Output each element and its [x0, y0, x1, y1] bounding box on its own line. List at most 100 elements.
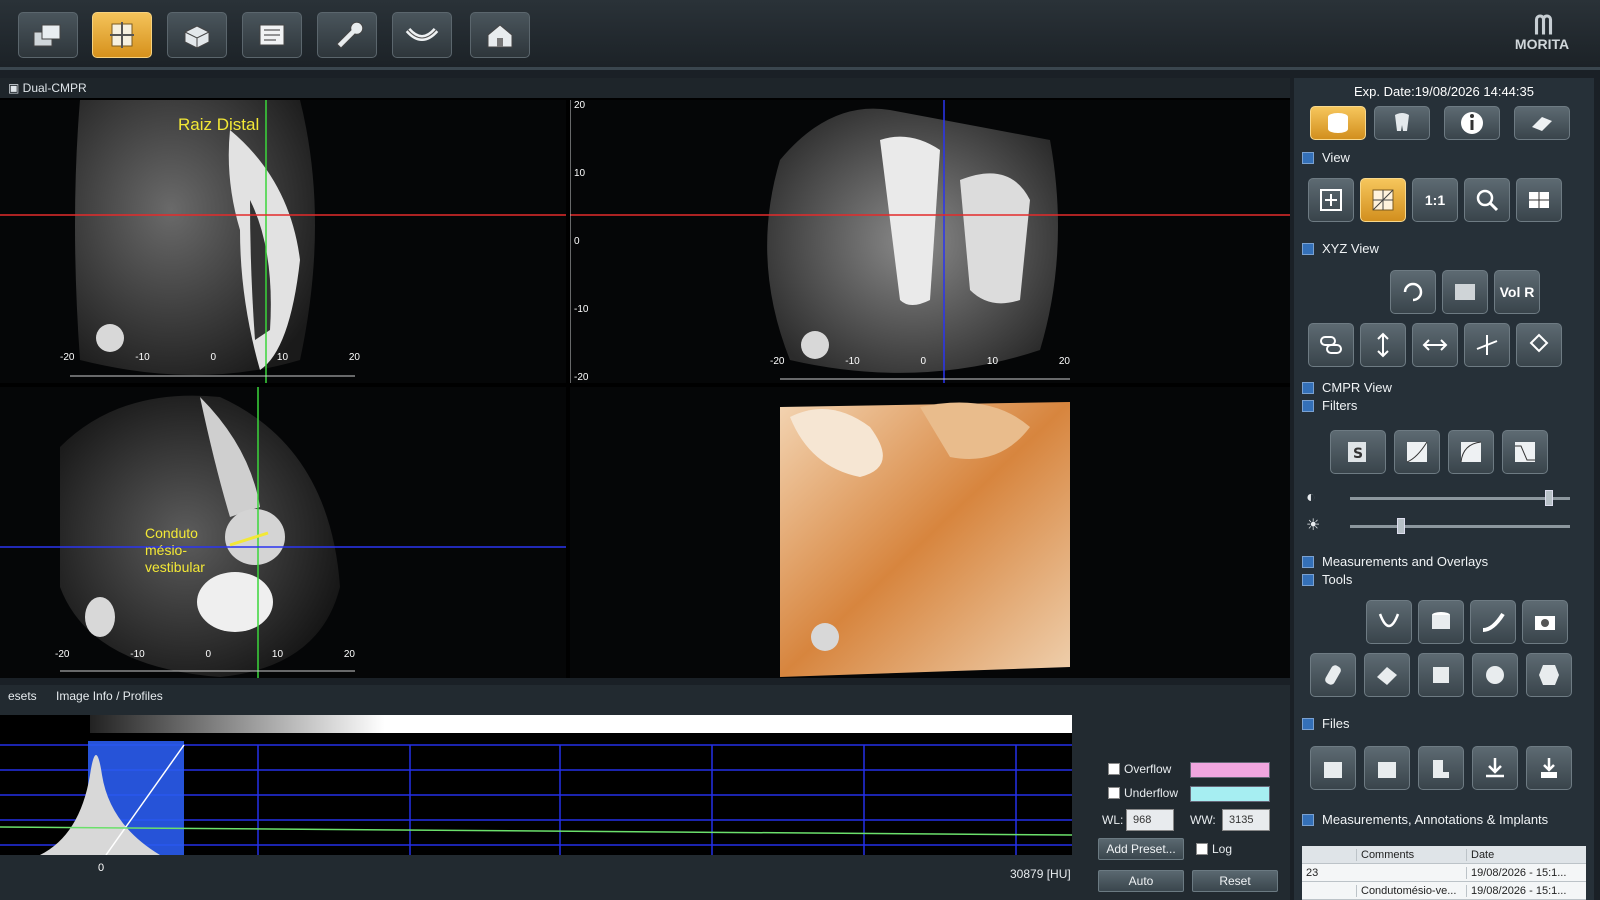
vol-r-button[interactable]: Vol R [1494, 270, 1540, 314]
wl-input[interactable]: 968 [1126, 809, 1174, 831]
tick-label: 20 [1058, 356, 1070, 367]
reset-view-icon[interactable] [1516, 323, 1562, 367]
info-tab-icon[interactable] [1444, 106, 1500, 140]
save-icon[interactable] [1526, 746, 1572, 790]
nerve-canal-icon[interactable] [1470, 600, 1516, 644]
header-comments[interactable]: Comments [1356, 848, 1466, 861]
table-row[interactable]: 23 19/08/2026 - 15:1... [1302, 864, 1586, 882]
brightness-slider[interactable] [1350, 518, 1570, 534]
section-xyz-view[interactable]: XYZ View [1302, 241, 1379, 256]
annotation-conduto[interactable]: Conduto mésio- vestibular [145, 525, 205, 576]
section-files[interactable]: Files [1302, 716, 1349, 731]
row-comment: Condutomésio-ve... [1356, 884, 1466, 897]
coronal-image [570, 100, 1290, 383]
curve-log-icon[interactable] [1448, 430, 1494, 474]
fit-view-icon[interactable] [1308, 178, 1354, 222]
histogram-graph[interactable] [0, 715, 1072, 855]
export-image-icon[interactable] [1418, 746, 1464, 790]
volume-icon[interactable] [167, 12, 227, 58]
row-date: 19/08/2026 - 15:1... [1466, 866, 1586, 879]
section-filters[interactable]: Filters [1302, 398, 1357, 413]
tab-image-info[interactable]: Image Info / Profiles [48, 685, 171, 707]
filter-preset-dropdown[interactable]: S [1330, 430, 1386, 474]
mpr-view-icon[interactable] [92, 12, 152, 58]
shape-tool-icon[interactable] [1526, 653, 1572, 697]
arch-curve-icon[interactable] [1366, 600, 1412, 644]
ww-input[interactable]: 3135 [1222, 809, 1270, 831]
download-icon[interactable] [1472, 746, 1518, 790]
layers-icon[interactable] [18, 12, 78, 58]
rotate-axes-icon[interactable] [1390, 270, 1436, 314]
add-preset-button[interactable]: Add Preset... [1098, 838, 1184, 860]
link-icon[interactable] [1308, 323, 1354, 367]
underflow-checkbox[interactable] [1108, 787, 1120, 799]
tick-label: 10 [271, 649, 284, 660]
tooth-tab-icon[interactable] [1374, 106, 1430, 140]
image-viewer[interactable]: ▣ Dual-CMPR Raiz Distal -20 -10 0 10 20 … [0, 78, 1290, 678]
tick-label: 0 [574, 236, 580, 247]
one-to-one-button[interactable]: 1:1 [1412, 178, 1458, 222]
bone-tool-icon[interactable] [1364, 653, 1410, 697]
database-tab-icon[interactable] [1310, 106, 1366, 140]
camera-icon[interactable] [1522, 600, 1568, 644]
dicom-export-icon[interactable] [1310, 746, 1356, 790]
contrast-slider[interactable] [1350, 490, 1570, 506]
contrast-slider-knob[interactable] [1545, 490, 1553, 506]
implant-icon[interactable] [1310, 653, 1356, 697]
slice-icon[interactable] [1442, 270, 1488, 314]
section-label: XYZ View [1322, 241, 1379, 256]
overflow-checkbox[interactable] [1108, 763, 1120, 775]
hu-max-label: 30879 [HU] [1010, 867, 1071, 881]
logo-mark-icon: ᗰ [1534, 10, 1553, 40]
layout-icon[interactable] [1516, 178, 1562, 222]
h-axis-ticks-tl: -20 -10 0 10 20 [60, 352, 360, 363]
section-measurements-annotations[interactable]: Measurements, Annotations & Implants [1302, 812, 1548, 827]
crosshair-view-icon[interactable] [1360, 178, 1406, 222]
section-tools[interactable]: Tools [1302, 572, 1352, 587]
curve-linear-icon[interactable] [1394, 430, 1440, 474]
v-axis-ticks: 20 10 0 -10 -20 [574, 100, 588, 383]
wrench-icon[interactable] [317, 12, 377, 58]
segment-tool-icon[interactable] [1472, 653, 1518, 697]
curve-step-icon[interactable] [1502, 430, 1548, 474]
expand-icon [1302, 381, 1314, 394]
section-measurements-overlays[interactable]: Measurements and Overlays [1302, 554, 1488, 569]
home-icon[interactable] [470, 12, 530, 58]
underflow-color-select[interactable] [1190, 786, 1270, 802]
annotation-raiz-distal[interactable]: Raiz Distal [178, 116, 259, 133]
section-cmpr-view[interactable]: CMPR View [1302, 380, 1392, 395]
tick-label: 10 [276, 352, 289, 363]
collapse-icon [1302, 573, 1314, 586]
tab-presets[interactable]: esets [0, 685, 45, 707]
move-vertical-icon[interactable] [1360, 323, 1406, 367]
axial-pane[interactable]: Conduto mésio- vestibular -20 -10 0 10 2… [0, 387, 566, 678]
section-view[interactable]: View [1302, 150, 1350, 165]
reset-button[interactable]: Reset [1192, 870, 1278, 892]
tick-label: 20 [574, 100, 586, 111]
annotations-table[interactable]: Comments Date 23 19/08/2026 - 15:1... Co… [1302, 846, 1586, 900]
sagittal-pane[interactable]: Raiz Distal -20 -10 0 10 20 [0, 100, 566, 383]
right-panel: Exp. Date:19/08/2026 14:44:35 View 1:1 X… [1294, 78, 1594, 900]
log-checkbox[interactable] [1196, 843, 1208, 855]
table-row[interactable]: Condutomésio-ve... 19/08/2026 - 15:1... [1302, 882, 1586, 900]
volume-render-pane[interactable] [570, 387, 1290, 678]
dental-arch-icon[interactable] [392, 12, 452, 58]
app-window: ᗰ MORITA ▣ Dual-CMPR Raiz Distal -20 -10… [0, 0, 1600, 900]
tilt-icon[interactable] [1464, 323, 1510, 367]
auto-button[interactable]: Auto [1098, 870, 1184, 892]
zoom-icon[interactable] [1464, 178, 1510, 222]
h-axis-ticks-bl: -20 -10 0 10 20 [55, 649, 355, 660]
coronal-pane[interactable]: 20 10 0 -10 -20 -20 -10 0 10 20 [570, 100, 1290, 383]
eraser-tab-icon[interactable] [1514, 106, 1570, 140]
brightness-slider-knob[interactable] [1397, 518, 1405, 534]
log-label: Log [1212, 842, 1233, 856]
overflow-color-select[interactable] [1190, 762, 1270, 778]
section-label: Measurements and Overlays [1322, 554, 1489, 569]
cylinder-icon[interactable] [1418, 600, 1464, 644]
section-label: View [1322, 150, 1350, 165]
report-icon[interactable] [242, 12, 302, 58]
dicom-import-icon[interactable] [1364, 746, 1410, 790]
move-horizontal-icon[interactable] [1412, 323, 1458, 367]
header-date[interactable]: Date [1466, 848, 1586, 861]
tooth-tool-icon[interactable] [1418, 653, 1464, 697]
